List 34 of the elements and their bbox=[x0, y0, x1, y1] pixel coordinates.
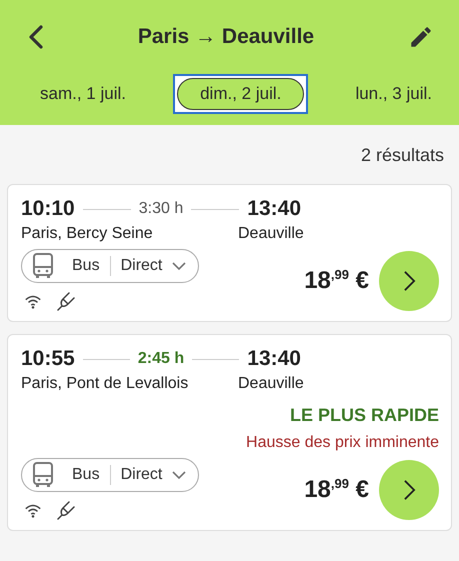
chevron-down-icon bbox=[172, 471, 186, 479]
plug-icon bbox=[56, 291, 76, 311]
trip-duration: 2:45 h bbox=[138, 350, 184, 368]
origin-stop: Paris, Pont de Levallois bbox=[21, 375, 190, 393]
origin-stop: Paris, Bercy Seine bbox=[21, 225, 154, 243]
trip-card[interactable]: 10:55 2:45 h 13:40 Paris, Pont de Levallois Deauville LE PLUS RAPIDE Hausse des prix imminente Bus Direct 18$^{,99}$ € bbox=[7, 334, 452, 531]
trip-price: 18$^{,99}$ € bbox=[304, 267, 369, 295]
route-title: Paris → Deauville bbox=[138, 25, 314, 49]
price-warning: Hausse des prix imminente bbox=[245, 434, 439, 452]
arrival-time: 13:40 bbox=[247, 347, 301, 371]
departure-time: 10:55 bbox=[21, 347, 75, 371]
departure-time: 10:10 bbox=[21, 197, 75, 221]
chevron-down-icon bbox=[172, 262, 186, 270]
fastest-label: LE PLUS RAPIDE bbox=[288, 405, 439, 426]
date-tab[interactable]: dim., 2 juil. bbox=[177, 78, 304, 110]
trip-card[interactable]: 10:10 3:30 h 13:40 Paris, Bercy Seine Deauville Bus Direct 18$^{,99}$ € bbox=[7, 184, 452, 322]
chevron-right-icon bbox=[402, 270, 416, 292]
date-tab[interactable]: lun., 3 juil. bbox=[344, 78, 443, 110]
destination-stop: Deauville bbox=[238, 225, 304, 243]
trip-duration: 3:30 h bbox=[138, 200, 184, 218]
chevron-right-icon bbox=[402, 479, 416, 501]
date-tab[interactable]: sam., 1 juil. bbox=[29, 78, 137, 110]
back-icon[interactable] bbox=[28, 24, 44, 50]
trip-details-button[interactable]: Bus Direct bbox=[21, 249, 200, 283]
wifi-icon bbox=[24, 502, 42, 518]
result-count: 2 résultats bbox=[360, 144, 445, 167]
bus-icon bbox=[32, 253, 54, 279]
arrival-time: 13:40 bbox=[247, 197, 302, 221]
trip-details-button[interactable]: Bus Direct bbox=[21, 458, 200, 492]
wifi-icon bbox=[24, 294, 42, 308]
plug-icon bbox=[56, 500, 76, 520]
trip-price: 18$^{,99}$ € bbox=[304, 476, 369, 504]
destination-stop: Deauville bbox=[238, 375, 304, 393]
bus-icon bbox=[32, 462, 54, 488]
